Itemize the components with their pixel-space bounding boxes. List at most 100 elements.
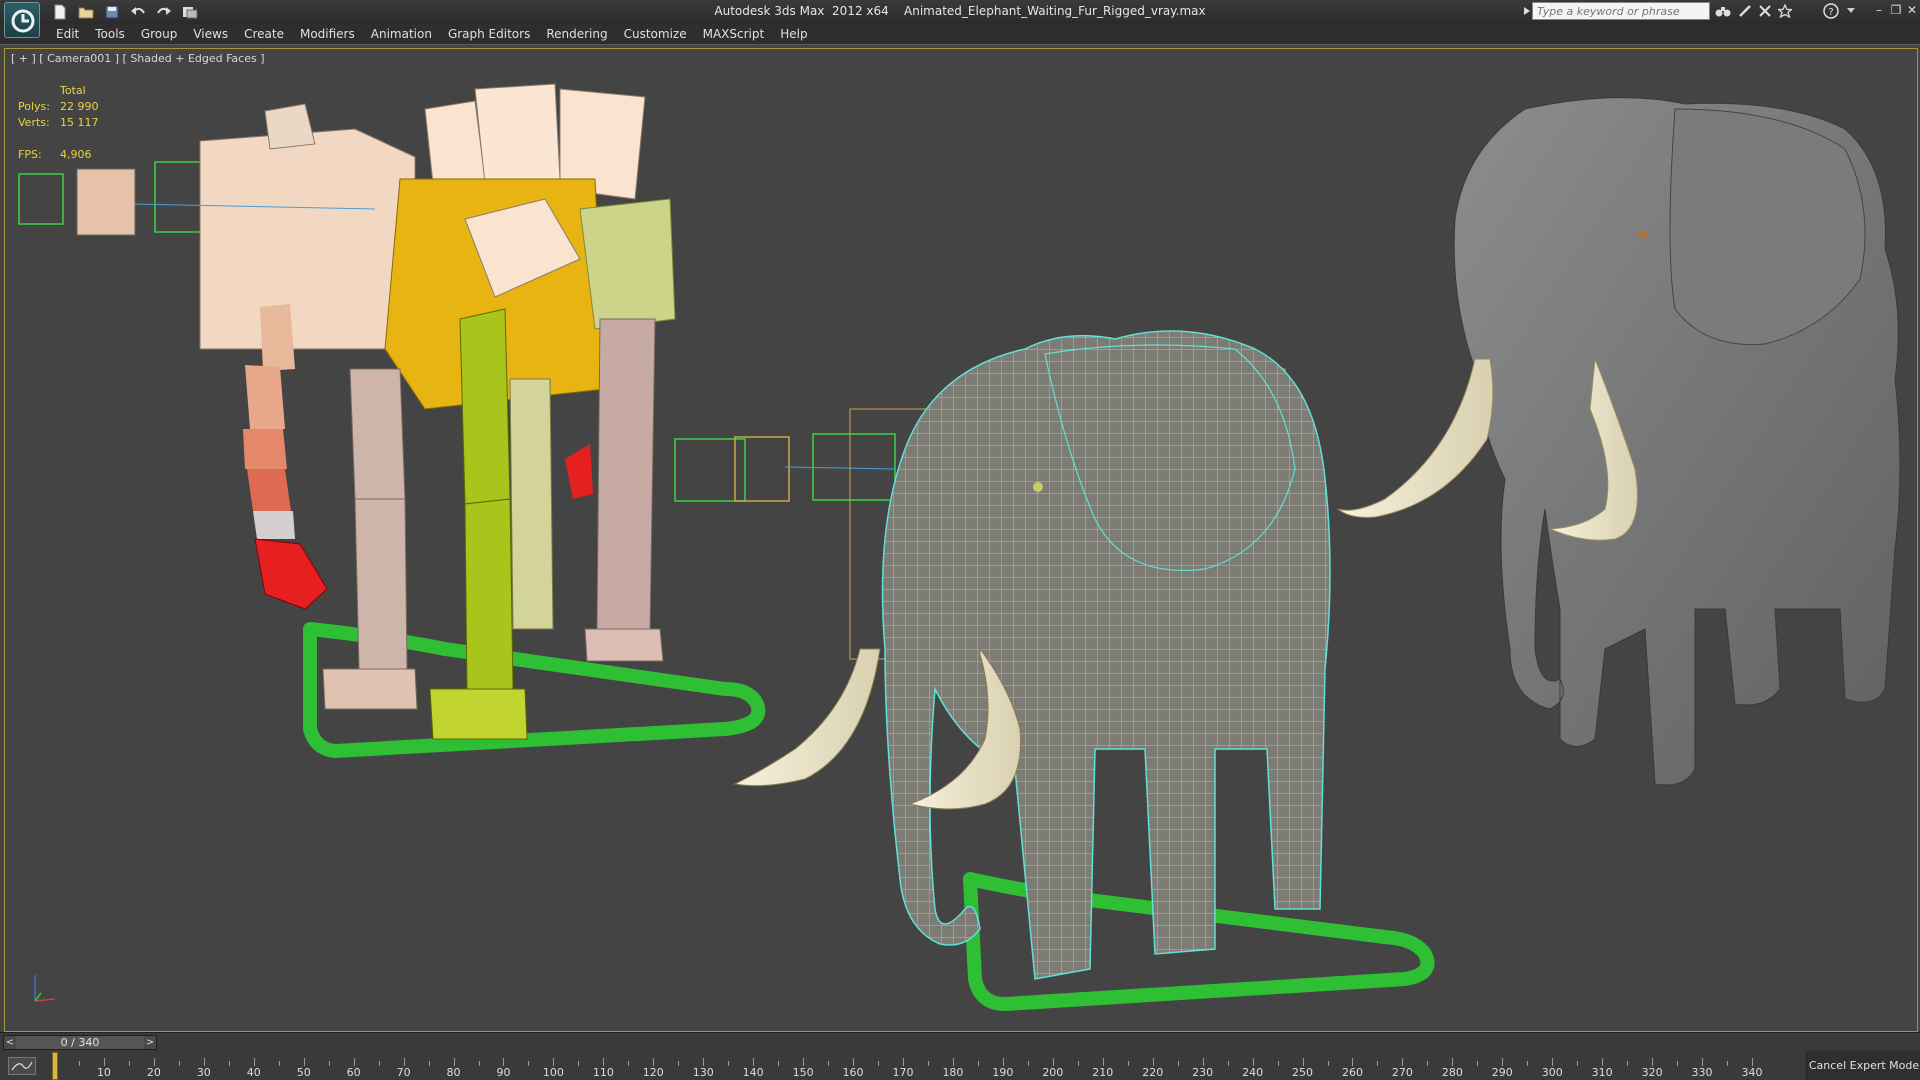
tools-icon[interactable] (1756, 3, 1774, 19)
3dsmax-logo-icon (11, 9, 35, 33)
menu-maxscript[interactable]: MAXScript (703, 25, 765, 43)
ruler-label: 220 (1142, 1066, 1164, 1079)
ruler-tick (1502, 1058, 1504, 1066)
time-prev-button[interactable]: < (4, 1036, 16, 1049)
binoculars-icon[interactable] (1714, 3, 1732, 19)
ruler-label: 40 (246, 1066, 261, 1079)
ruler-tick (1427, 1061, 1429, 1066)
search-box[interactable] (1532, 2, 1710, 20)
ruler-tick (903, 1058, 904, 1066)
ruler-tick (1727, 1061, 1729, 1066)
polys-label: Polys: (18, 100, 50, 113)
ruler-label: 120 (642, 1066, 664, 1079)
menu-tools[interactable]: Tools (95, 25, 125, 43)
ruler-label: 170 (892, 1066, 914, 1079)
ruler-tick (1227, 1061, 1229, 1066)
ruler-tick (1102, 1058, 1104, 1066)
ruler-tick (1002, 1058, 1004, 1066)
ruler-label: 140 (742, 1066, 764, 1079)
ruler-tick (1152, 1058, 1154, 1066)
help-dropdown-icon[interactable] (1842, 3, 1860, 19)
ruler-label: 90 (496, 1066, 511, 1079)
ruler-label: 200 (1042, 1066, 1064, 1079)
ruler-label: 150 (792, 1066, 814, 1079)
viewport-label[interactable]: [ + ] [ Camera001 ] [ Shaded + Edged Fac… (11, 52, 265, 65)
ruler-tick (328, 1061, 330, 1066)
ruler-tick (1352, 1058, 1354, 1066)
title-bar: Autodesk 3ds Max 2012 x64 Animated_Eleph… (0, 0, 1920, 38)
wireframe-elephant-model[interactable] (674, 330, 1435, 1011)
ruler-label: 180 (942, 1066, 964, 1079)
rig-proxy-model[interactable] (18, 83, 766, 758)
favorites-star-icon[interactable] (1776, 3, 1794, 19)
ruler-tick (528, 1061, 530, 1066)
verts-label: Verts: (18, 116, 50, 129)
ruler-tick (1252, 1058, 1254, 1066)
search-input[interactable] (1537, 5, 1705, 18)
stats-header-row: Total (18, 83, 99, 99)
menu-animation[interactable]: Animation (371, 25, 432, 43)
menu-create[interactable]: Create (244, 25, 284, 43)
app-menu-button[interactable] (4, 2, 40, 38)
ruler-tick (128, 1061, 130, 1066)
help-icon[interactable]: ? (1822, 3, 1840, 19)
ruler-label: 50 (296, 1066, 311, 1079)
frame-ruler[interactable]: 10 20 30 40 50 60 70 80 90 100 110 120 130 140 150 160 1… (54, 1051, 1763, 1080)
ruler-label: 330 (1691, 1066, 1713, 1079)
ruler-tick (1527, 1061, 1529, 1066)
fps-value: 4,906 (60, 148, 92, 161)
minimize-button[interactable]: – (1872, 3, 1886, 17)
ruler-tick (1202, 1058, 1204, 1066)
ruler-label: 80 (446, 1066, 461, 1079)
menu-edit[interactable]: Edit (56, 25, 79, 43)
menu-rendering[interactable]: Rendering (546, 25, 607, 43)
ruler-label: 20 (146, 1066, 161, 1079)
ruler-label: 270 (1391, 1066, 1413, 1079)
menu-help[interactable]: Help (780, 25, 807, 43)
file-name: Animated_Elephant_Waiting_Fur_Rigged_vra… (904, 4, 1206, 18)
ruler-tick (1452, 1058, 1454, 1066)
ruler-label: 240 (1242, 1066, 1264, 1079)
ruler-tick (1077, 1061, 1079, 1066)
ruler-label: 290 (1491, 1066, 1513, 1079)
ruler-tick (453, 1058, 455, 1066)
ruler-tick (1602, 1058, 1604, 1066)
ruler-label: 280 (1441, 1066, 1463, 1079)
ruler-tick (778, 1061, 780, 1066)
menu-modifiers[interactable]: Modifiers (300, 25, 355, 43)
ruler-label: 320 (1641, 1066, 1663, 1079)
ruler-tick (353, 1058, 355, 1066)
ruler-tick (803, 1058, 805, 1066)
menu-views[interactable]: Views (193, 25, 228, 43)
ruler-tick (678, 1061, 680, 1066)
ruler-tick (878, 1061, 880, 1066)
track-bar[interactable]: 10 20 30 40 50 60 70 80 90 100 110 120 130 140 150 160 1… (0, 1051, 1920, 1080)
ruler-tick (103, 1058, 105, 1066)
menu-graph-editors[interactable]: Graph Editors (448, 25, 530, 43)
ruler-tick (503, 1058, 505, 1066)
ruler-tick (478, 1061, 480, 1066)
ruler-label: 300 (1541, 1066, 1563, 1079)
restore-button[interactable]: ❐ (1889, 3, 1903, 17)
menu-group[interactable]: Group (141, 25, 178, 43)
time-slider-handle[interactable] (52, 1052, 58, 1080)
ruler-tick (1752, 1058, 1753, 1066)
menu-customize[interactable]: Customize (624, 25, 687, 43)
ruler-label: 310 (1591, 1066, 1613, 1079)
rendered-elephant-model[interactable] (1337, 97, 1901, 786)
cancel-expert-mode-button[interactable]: Cancel Expert Mode (1806, 1051, 1920, 1080)
time-next-button[interactable]: > (144, 1036, 156, 1049)
ruler-tick (1702, 1058, 1704, 1066)
time-slider-label: 0 / 340 (60, 1036, 100, 1049)
ruler-tick (977, 1061, 979, 1066)
close-button[interactable]: ✕ (1905, 3, 1919, 17)
time-slider[interactable]: < 0 / 340 > (3, 1035, 157, 1050)
mini-curve-editor-icon[interactable] (8, 1057, 36, 1075)
communication-center-icon[interactable] (1736, 3, 1754, 19)
camera-viewport[interactable]: [ + ] [ Camera001 ] [ Shaded + Edged Fac… (4, 48, 1918, 1032)
ruler-tick (1302, 1058, 1304, 1066)
ruler-tick (1577, 1061, 1579, 1066)
ruler-label: 190 (992, 1066, 1014, 1079)
ruler-tick (927, 1061, 929, 1066)
ruler-tick (278, 1061, 280, 1066)
